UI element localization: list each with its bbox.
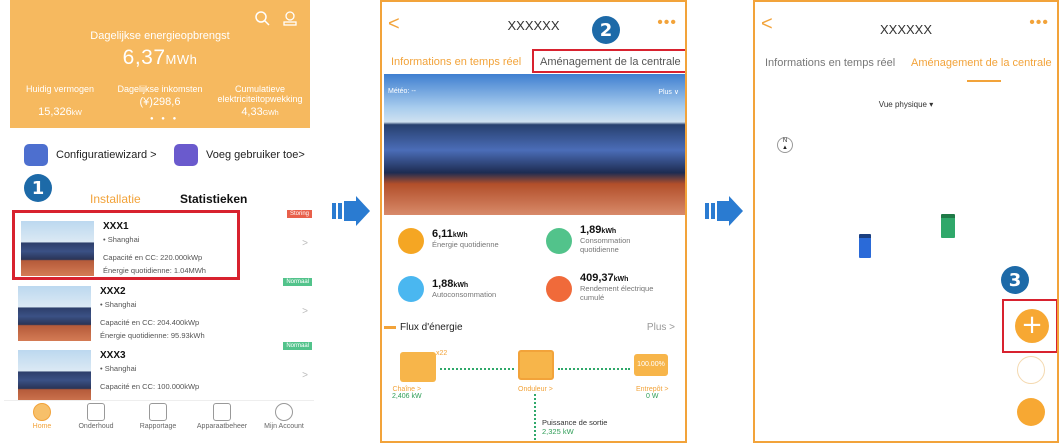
tab-realtime[interactable]: Informations en temps réel (391, 56, 521, 68)
energy-flow-more[interactable]: Plus > (647, 322, 675, 333)
next-arrow-icon (705, 196, 743, 226)
string-count: x22 (436, 350, 448, 357)
next-arrow-icon (332, 196, 370, 226)
chevron-right-icon: > (302, 238, 308, 249)
nav-devices[interactable]: Apparaatbeheer (192, 401, 252, 430)
daily-yield-title: Dagelijkse energieopbrengst (90, 30, 230, 42)
tab-realtime[interactable]: Informations en temps réel (765, 57, 895, 69)
meter-device-icon[interactable] (941, 214, 955, 238)
chevron-right-icon: > (302, 370, 308, 381)
output-power: Puissance de sortie 2,325 kW (542, 418, 608, 436)
plant-photo (18, 350, 91, 405)
user-icon (275, 403, 293, 421)
flow-line (440, 368, 514, 370)
nav-home[interactable]: Home (12, 401, 72, 430)
top-bar: < XXXXXX ••• (382, 2, 685, 42)
stat-cumulative: Cumulatieve elektriciteitopwekking 4,33GW… (217, 84, 303, 118)
add-user-icon (174, 144, 198, 166)
tab-statistics[interactable]: Statistieken (180, 192, 247, 206)
plant-title: XXXXXX (879, 22, 933, 37)
tab-plant-layout[interactable]: Aménagement de la centrale (911, 57, 1052, 69)
inverter-device-icon[interactable] (859, 234, 871, 258)
plant-detail-screen: < XXXXXX ••• 2 Informations en temps rée… (380, 0, 687, 443)
inverter-icon (518, 350, 554, 380)
add-user-shortcut[interactable]: Voeg gebruiker toe> (174, 142, 305, 168)
weather-label: Météo: -- (388, 88, 417, 95)
compass-icon: N ▲ (777, 137, 793, 153)
nav-reports[interactable]: Rapportage (128, 401, 188, 430)
stat-current-power: Huidig vermogen 15,326kW (25, 84, 95, 118)
search-icon[interactable] (254, 10, 270, 26)
inverter-link[interactable]: Onduleur > (518, 386, 553, 393)
output-line (534, 394, 536, 440)
energy-flow-header: Flux d'énergie Plus > (384, 320, 685, 340)
storage-link[interactable]: Entrepôt >0 W (636, 386, 669, 400)
consumption-icon (546, 228, 572, 254)
chart-icon (149, 403, 167, 421)
tab-installation[interactable]: Installatie (90, 192, 141, 206)
plant-photo: Météo: -- Plus ∨ (384, 74, 685, 215)
metric-cumulative-yield: 409,37kWh Rendement électrique cumulé (580, 272, 654, 303)
tab-plant-layout[interactable]: Aménagement de la centrale (532, 49, 685, 73)
step-badge-2: 2 (592, 16, 620, 44)
carousel-dots: ● ● ● (150, 116, 180, 122)
active-tab-indicator (967, 80, 1001, 82)
flow-line (558, 368, 630, 370)
daily-yield-value: 6,37 (122, 46, 166, 69)
sun-icon (398, 228, 424, 254)
daily-yield-unit: MWh (165, 52, 198, 67)
nav-account[interactable]: Mijn Account (254, 401, 314, 430)
tools-icon (87, 403, 105, 421)
metric-daily-consumption: 1,89kWh Consommation quotidienne (580, 224, 631, 255)
solar-panel-icon (400, 352, 436, 382)
plant-layout-screen: < XXXXXX ••• Informations en temps réel … (753, 0, 1059, 443)
daily-yield-header: Dagelijkse energieopbrengst 6,37MWh Huid… (10, 0, 310, 128)
add-device-button[interactable]: + (1015, 309, 1049, 343)
home-icon (33, 403, 51, 421)
stat-daily-income: Dagelijkse inkomsten (¥)298,6 (117, 84, 203, 108)
step-badge-3: 3 (1001, 266, 1029, 294)
metric-self-consumption: 1,88kWh Autoconsommation (432, 278, 497, 300)
bottom-nav: Home Onderhoud Rapportage Apparaatbeheer… (4, 400, 314, 443)
chain-link[interactable]: Chaîne >2,406 kW (392, 386, 422, 400)
plant-card[interactable]: XXX2 • Shanghai Capacité en CC: 204.400k… (12, 278, 314, 348)
status-badge: Normaal (283, 342, 312, 350)
status-badge: Storing (286, 210, 312, 218)
status-badge: Normaal (283, 278, 312, 286)
device-icon (213, 403, 231, 421)
plant-photo (18, 286, 91, 341)
more-icon[interactable]: ••• (1029, 14, 1049, 32)
self-consumption-icon (398, 276, 424, 302)
scan-icon[interactable] (282, 10, 298, 26)
plus-dropdown[interactable]: Plus ∨ (658, 88, 679, 96)
wizard-icon (24, 144, 48, 166)
energy-flow-title: Flux d'énergie (400, 322, 463, 333)
config-wizard-shortcut[interactable]: Configuratiewizard > (24, 142, 157, 168)
add-device-highlight: + (1002, 299, 1057, 353)
step-badge-1: 1 (24, 174, 52, 202)
plant-title: XXXXXX (507, 18, 560, 33)
top-bar: < XXXXXX ••• (755, 2, 1057, 42)
layers-button[interactable] (1017, 356, 1045, 384)
nav-maintenance[interactable]: Onderhoud (66, 401, 126, 430)
chevron-right-icon: > (302, 306, 308, 317)
home-screen: Dagelijkse energieopbrengst 6,37MWh Huid… (4, 0, 314, 443)
more-icon[interactable]: ••• (657, 14, 677, 32)
metric-daily-energy: 6,11kWh Énergie quotidienne (432, 228, 499, 250)
battery-icon: 100.00% (634, 354, 668, 376)
cumulative-yield-icon (546, 276, 572, 302)
view-selector[interactable]: Vue physique ▾ (755, 100, 1057, 109)
collapse-button[interactable] (1017, 398, 1045, 426)
